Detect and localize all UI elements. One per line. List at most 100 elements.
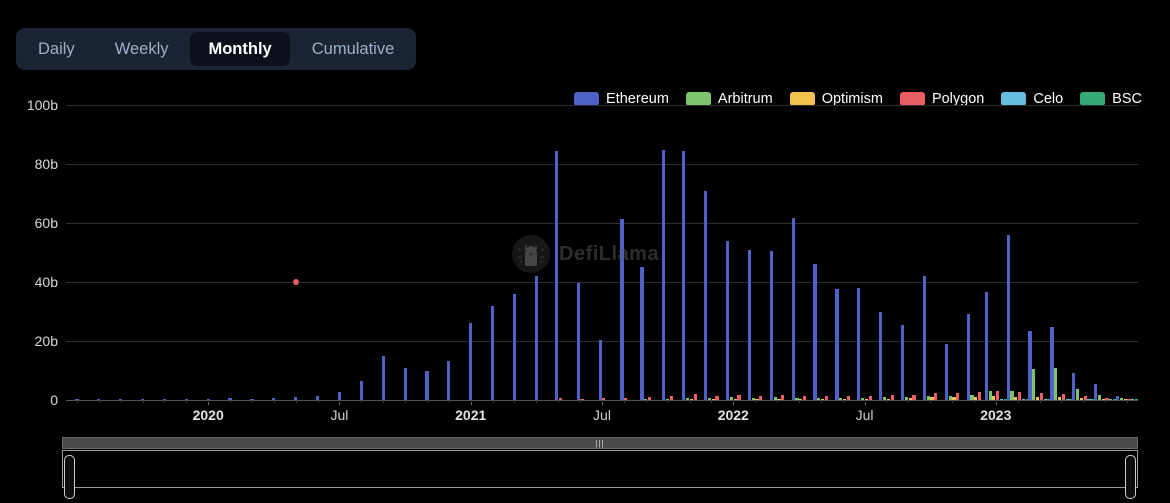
bar-polygon[interactable]	[978, 392, 982, 400]
bar-ethereum[interactable]	[576, 283, 580, 400]
bar-ethereum[interactable]	[381, 355, 385, 400]
bar-ethereum[interactable]	[425, 371, 429, 400]
x-axis-minor-tick	[448, 400, 450, 403]
legend-swatch-celo-icon	[1001, 92, 1027, 106]
bar-ethereum[interactable]	[922, 276, 927, 400]
chart-bars[interactable]	[0, 105, 1170, 400]
bar-ethereum[interactable]	[337, 392, 342, 400]
bar-polygon[interactable]	[890, 395, 894, 400]
bar-ethereum[interactable]	[944, 343, 948, 400]
x-axis-minor-tick	[973, 400, 975, 403]
bar-ethereum[interactable]	[447, 361, 451, 400]
bar-arbitrum[interactable]	[1097, 395, 1102, 400]
x-axis-tick-label: Jul	[330, 407, 349, 423]
bar-polygon[interactable]	[737, 395, 741, 400]
bar-ethereum[interactable]	[747, 249, 752, 400]
bar-polygon[interactable]	[912, 395, 916, 400]
bar-polygon[interactable]	[934, 392, 938, 400]
bar-arbitrum[interactable]	[1010, 390, 1014, 400]
bar-polygon[interactable]	[1039, 393, 1044, 400]
bar-ethereum[interactable]	[640, 267, 644, 400]
bar-ethereum[interactable]	[512, 293, 517, 400]
x-axis-minor-tick	[689, 400, 691, 403]
bar-ethereum[interactable]	[554, 150, 558, 400]
bar-celo[interactable]	[1131, 399, 1135, 400]
bar-ethereum[interactable]	[491, 305, 495, 400]
tab-cumulative[interactable]: Cumulative	[294, 32, 413, 66]
bar-celo[interactable]	[999, 399, 1004, 400]
bar-ethereum[interactable]	[966, 314, 970, 400]
x-axis-minor-tick	[798, 400, 800, 403]
x-axis-tick-label: 2021	[455, 407, 487, 423]
bar-ethereum[interactable]	[984, 292, 988, 400]
bar-arbitrum[interactable]	[1119, 398, 1123, 400]
bar-ethereum[interactable]	[835, 289, 839, 400]
bar-arbitrum[interactable]	[1076, 389, 1080, 400]
bar-ethereum[interactable]	[1094, 383, 1098, 400]
x-axis-minor-tick	[755, 400, 757, 403]
bar-ethereum[interactable]	[1115, 395, 1120, 400]
bar-ethereum[interactable]	[469, 323, 473, 400]
range-handle-right-icon[interactable]	[1125, 455, 1136, 499]
legend-swatch-arbitrum-icon	[685, 92, 711, 106]
bar-bsc[interactable]	[1134, 399, 1139, 400]
chart-datazoom-slider[interactable]: |||	[62, 437, 1138, 499]
bar-ethereum[interactable]	[725, 240, 730, 400]
bar-celo[interactable]	[1043, 399, 1047, 400]
bar-ethereum[interactable]	[1028, 330, 1032, 400]
bar-ethereum[interactable]	[879, 311, 883, 400]
bar-ethereum[interactable]	[403, 367, 407, 400]
bar-celo[interactable]	[1109, 399, 1113, 400]
bar-polygon[interactable]	[824, 395, 829, 400]
bar-ethereum[interactable]	[1072, 373, 1076, 400]
bar-arbitrum[interactable]	[1032, 369, 1036, 400]
bar-polygon[interactable]	[996, 390, 1000, 400]
bar-polygon[interactable]	[781, 394, 785, 400]
bar-ethereum[interactable]	[900, 324, 905, 400]
datazoom-preview[interactable]	[62, 450, 1138, 488]
bar-ethereum[interactable]	[813, 264, 817, 400]
data-point-marker-polygon[interactable]	[292, 279, 299, 285]
bar-polygon[interactable]	[1017, 391, 1022, 400]
x-axis-minor-tick	[1083, 400, 1085, 403]
bar-arbitrum[interactable]	[988, 391, 992, 400]
bar-ethereum[interactable]	[620, 218, 624, 400]
tab-daily[interactable]: Daily	[20, 32, 93, 66]
bar-ethereum[interactable]	[704, 190, 708, 400]
tab-monthly[interactable]: Monthly	[190, 32, 290, 66]
range-handle-left-icon[interactable]	[64, 455, 75, 499]
bar-celo[interactable]	[1021, 399, 1025, 400]
bar-ethereum[interactable]	[769, 251, 773, 400]
bar-celo[interactable]	[1065, 399, 1069, 400]
x-axis-minor-tick	[711, 400, 713, 403]
x-axis-tick-label: Jul	[593, 407, 611, 423]
x-axis-minor-tick	[558, 400, 560, 403]
bar-ethereum[interactable]	[1006, 234, 1010, 400]
bar-polygon[interactable]	[693, 394, 697, 400]
bar-ethereum[interactable]	[791, 217, 795, 400]
bar-ethereum[interactable]	[359, 381, 363, 400]
bar-polygon[interactable]	[759, 395, 763, 400]
bar-ethereum[interactable]	[598, 339, 602, 400]
bar-polygon[interactable]	[669, 395, 674, 400]
bar-ethereum[interactable]	[682, 150, 686, 400]
bar-polygon[interactable]	[846, 396, 850, 400]
chart-period-tabs[interactable]: Daily Weekly Monthly Cumulative	[16, 28, 417, 70]
bar-ethereum[interactable]	[1050, 326, 1054, 400]
bar-polygon[interactable]	[715, 395, 719, 400]
bar-polygon[interactable]	[647, 397, 652, 400]
bar-polygon[interactable]	[956, 392, 960, 400]
bar-ethereum[interactable]	[662, 149, 666, 400]
bar-polygon[interactable]	[803, 395, 807, 400]
x-axis-minor-tick	[536, 400, 538, 403]
x-axis-minor-tick	[1061, 400, 1063, 403]
bar-ethereum[interactable]	[857, 287, 861, 400]
bar-ethereum[interactable]	[534, 276, 538, 400]
bar-celo[interactable]	[1087, 399, 1091, 400]
drag-grip-icon[interactable]: |||	[595, 440, 604, 448]
bar-polygon[interactable]	[868, 396, 872, 400]
datazoom-track[interactable]: |||	[62, 437, 1138, 449]
tab-weekly[interactable]: Weekly	[97, 32, 187, 66]
x-axis-minor-tick	[230, 400, 232, 403]
bar-arbitrum[interactable]	[1054, 367, 1058, 400]
